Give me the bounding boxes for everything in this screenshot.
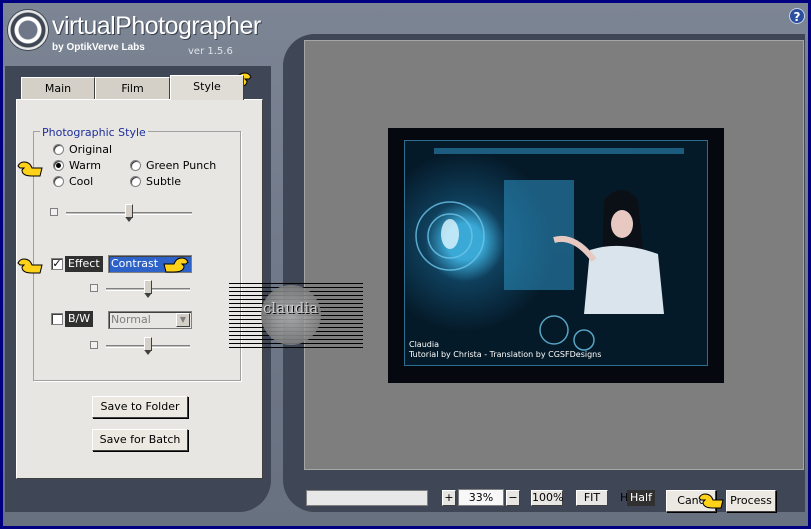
effect-label: Effect [65, 256, 103, 272]
zoom-fit-button[interactable]: FIT [576, 490, 608, 506]
effect-slider-min [90, 284, 98, 292]
pointing-hand-icon [17, 161, 43, 177]
style-slider-min [50, 208, 58, 216]
tab-film[interactable]: Film [95, 77, 170, 99]
preview-image [404, 140, 708, 366]
bw-label: B/W [65, 311, 94, 327]
pointing-hand-icon [698, 493, 724, 509]
preview-image-art [404, 140, 708, 366]
aperture-logo-icon [8, 10, 48, 50]
group-title: Photographic Style [40, 126, 148, 139]
tab-main[interactable]: Main [21, 77, 95, 99]
bw-slider-min [90, 341, 98, 349]
app-logo: virtualPhotographer by OptikVerve Labs v… [6, 8, 261, 64]
radio-green-punch[interactable] [130, 160, 141, 171]
caption-name: Claudia [409, 340, 439, 349]
radio-subtle-label: Subtle [146, 175, 182, 188]
tab-style[interactable]: Style [170, 75, 244, 100]
pointing-hand-icon [17, 258, 43, 274]
save-to-folder-button[interactable]: Save to Folder [92, 396, 188, 418]
style-slider-thumb[interactable] [125, 204, 133, 222]
bw-select-value: Normal [111, 313, 151, 326]
bw-slider-thumb[interactable] [144, 337, 152, 355]
app-title: virtualPhotographer [52, 12, 261, 40]
zoom-100-button[interactable]: 100% [531, 490, 563, 506]
radio-subtle[interactable] [130, 176, 141, 187]
half-toggle[interactable]: Half [627, 490, 655, 506]
save-for-batch-button[interactable]: Save for Batch [92, 429, 188, 451]
radio-warm-label: Warm [69, 159, 101, 172]
zoom-out-button[interactable]: − [506, 490, 520, 506]
pointing-hand-icon [163, 257, 189, 273]
effect-checkbox[interactable]: ✓ [51, 258, 63, 270]
bw-checkbox[interactable] [51, 313, 63, 325]
bw-select: Normal ▼ [108, 311, 192, 329]
app-version: ver 1.5.6 [188, 46, 233, 57]
zoom-in-button[interactable]: + [442, 490, 456, 506]
radio-original[interactable] [53, 144, 64, 155]
app-subtitle: by OptikVerve Labs [52, 42, 145, 53]
radio-cool-label: Cool [69, 175, 94, 188]
radio-warm[interactable] [53, 160, 64, 171]
progress-field [306, 490, 428, 506]
preview-caption: Claudia Tutorial by Christa - Translatio… [409, 340, 601, 360]
caption-credit: Tutorial by Christa - Translation by CGS… [409, 350, 602, 359]
radio-original-label: Original [69, 143, 113, 156]
radio-green-punch-label: Green Punch [146, 159, 217, 172]
radio-cool[interactable] [53, 176, 64, 187]
zoom-field[interactable]: 33% [458, 489, 504, 506]
effect-slider-thumb[interactable] [144, 280, 152, 298]
process-button[interactable]: Process [726, 490, 776, 512]
chevron-down-icon: ▼ [176, 313, 190, 327]
help-icon[interactable]: ? [789, 8, 805, 24]
watermark-text: claudia [263, 299, 319, 317]
